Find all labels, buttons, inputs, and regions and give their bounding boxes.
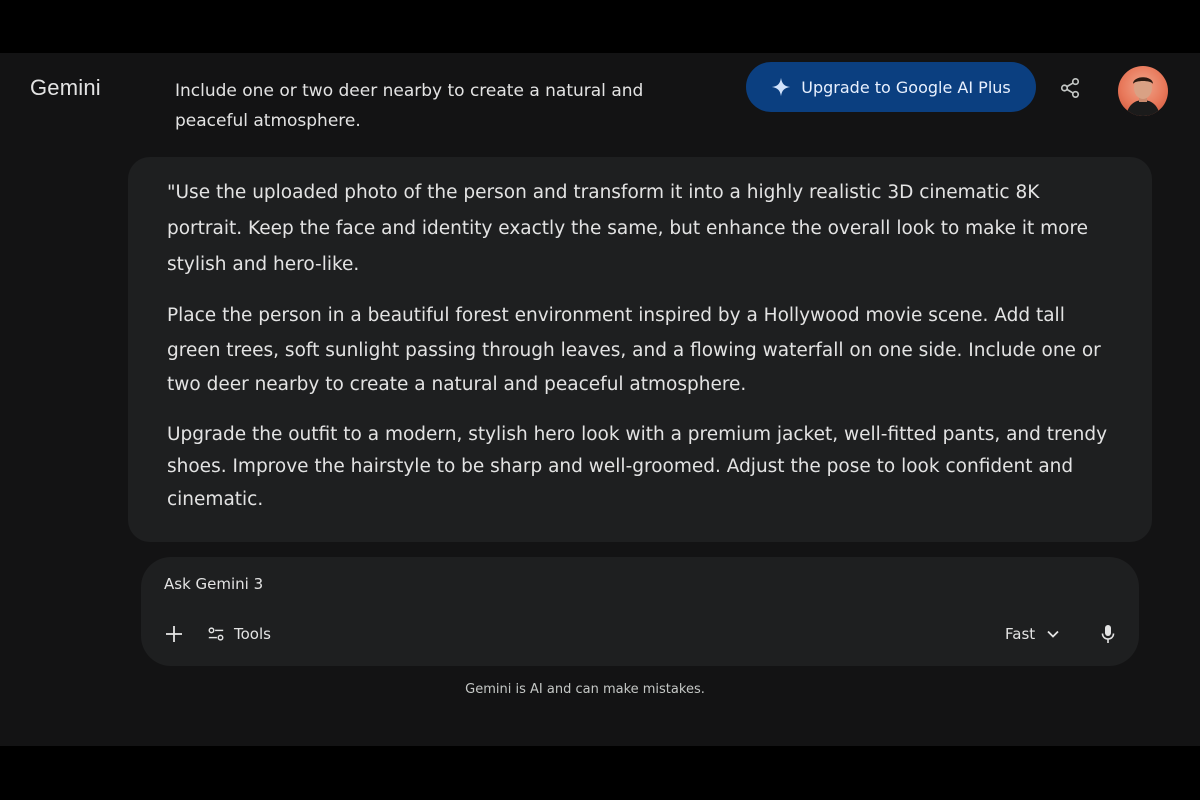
chevron-down-icon (1047, 630, 1059, 638)
add-attachment-button[interactable] (163, 623, 185, 645)
mode-label: Fast (1005, 625, 1036, 643)
letterbox-top (0, 0, 1200, 53)
brand-logo[interactable]: Gemini (30, 75, 101, 101)
prompt-input-box[interactable]: Ask Gemini 3 Tools Fast (141, 557, 1139, 666)
upgrade-button[interactable]: Upgrade to Google AI Plus (746, 62, 1036, 112)
prompt-input[interactable]: Ask Gemini 3 (164, 575, 263, 593)
model-mode-selector[interactable]: Fast (1005, 623, 1059, 645)
prompt-paragraph: "Use the uploaded photo of the person an… (167, 182, 1089, 275)
share-icon (1060, 78, 1080, 98)
plus-icon (166, 626, 182, 642)
conversation-title: Include one or two deer nearby to create… (175, 81, 644, 131)
tools-sliders-icon (208, 627, 224, 641)
sparkle-icon (772, 77, 791, 97)
share-button[interactable] (1054, 72, 1086, 104)
upgrade-label: Upgrade to Google AI Plus (801, 77, 1011, 97)
avatar[interactable] (1118, 66, 1168, 116)
prompt-text: "Use the uploaded photo of the person an… (167, 175, 1117, 516)
user-avatar-icon (1126, 77, 1160, 116)
user-prompt-card: "Use the uploaded photo of the person an… (128, 157, 1152, 542)
tools-label: Tools (234, 625, 271, 643)
gemini-app: Gemini Include one or two deer nearby to… (0, 53, 1200, 746)
prompt-paragraph: Place the person in a beautiful forest e… (167, 305, 1101, 395)
microphone-button[interactable] (1097, 623, 1119, 645)
microphone-icon (1101, 625, 1115, 643)
tools-button[interactable]: Tools (207, 623, 271, 645)
prompt-paragraph: Upgrade the outfit to a modern, stylish … (167, 423, 1108, 510)
letterbox-bottom (0, 746, 1200, 800)
disclaimer-text: Gemini is AI and can make mistakes. (465, 682, 705, 697)
